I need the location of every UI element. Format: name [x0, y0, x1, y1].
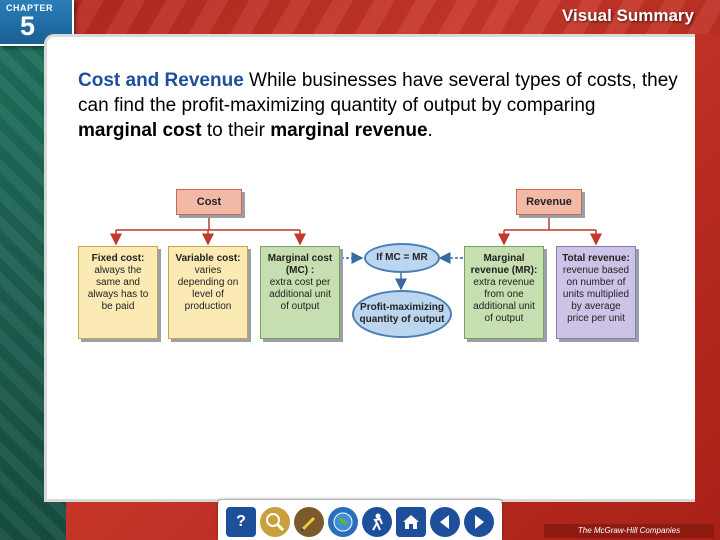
- navigation-bar: ?: [218, 500, 502, 540]
- help-button[interactable]: ?: [226, 507, 256, 537]
- result-oval: Profit-maximizing quantity of output: [352, 290, 452, 338]
- condition-oval: If MC = MR: [364, 243, 440, 273]
- marginal-cost-desc: extra cost per additional unit of output: [269, 277, 331, 312]
- arrow-left-icon: [440, 515, 449, 529]
- home-button[interactable]: [396, 507, 426, 537]
- publisher-logo: The McGraw-Hill Companies: [544, 524, 714, 538]
- cost-header-label: Cost: [196, 196, 222, 208]
- figure-icon: [372, 513, 383, 531]
- revenue-header-label: Revenue: [526, 196, 572, 208]
- web-button[interactable]: [328, 507, 358, 537]
- result-label: Profit-maximizing quantity of output: [359, 302, 445, 325]
- magnifier-icon: [266, 513, 285, 532]
- news-button[interactable]: [362, 507, 392, 537]
- marginal-cost-title: Marginal cost (MC) :: [267, 253, 333, 276]
- marginal-revenue-title: Marginal revenue (MR):: [470, 253, 538, 276]
- cost-header-box: Cost: [176, 189, 242, 215]
- marginal-revenue-desc: extra revenue from one additional unit o…: [473, 277, 535, 324]
- total-revenue-title: Total revenue:: [562, 253, 630, 264]
- previous-button[interactable]: [430, 507, 460, 537]
- total-revenue-box: Total revenue: revenue based on number o…: [556, 246, 636, 339]
- activities-button[interactable]: [294, 507, 324, 537]
- variable-cost-box: Variable cost: varies depending on level…: [168, 246, 248, 339]
- revenue-header-box: Revenue: [516, 189, 582, 215]
- globe-icon: [333, 512, 353, 532]
- condition-label: If MC = MR: [376, 252, 428, 263]
- variable-cost-desc: varies depending on level of production: [177, 265, 239, 312]
- total-revenue-desc: revenue based on number of units multipl…: [562, 265, 630, 324]
- pencil-icon: [301, 517, 315, 531]
- marginal-revenue-box: Marginal revenue (MR): extra revenue fro…: [464, 246, 544, 339]
- variable-cost-title: Variable cost:: [175, 253, 241, 264]
- fixed-cost-title: Fixed cost:: [91, 253, 145, 264]
- next-button[interactable]: [464, 507, 494, 537]
- home-icon: [403, 515, 419, 529]
- fixed-cost-box: Fixed cost: always the same and always h…: [78, 246, 158, 339]
- fixed-cost-desc: always the same and always has to be pai…: [87, 265, 149, 312]
- question-icon: ?: [236, 513, 246, 530]
- resources-button[interactable]: [260, 507, 290, 537]
- marginal-cost-box: Marginal cost (MC) : extra cost per addi…: [260, 246, 340, 339]
- arrow-right-icon: [475, 515, 484, 529]
